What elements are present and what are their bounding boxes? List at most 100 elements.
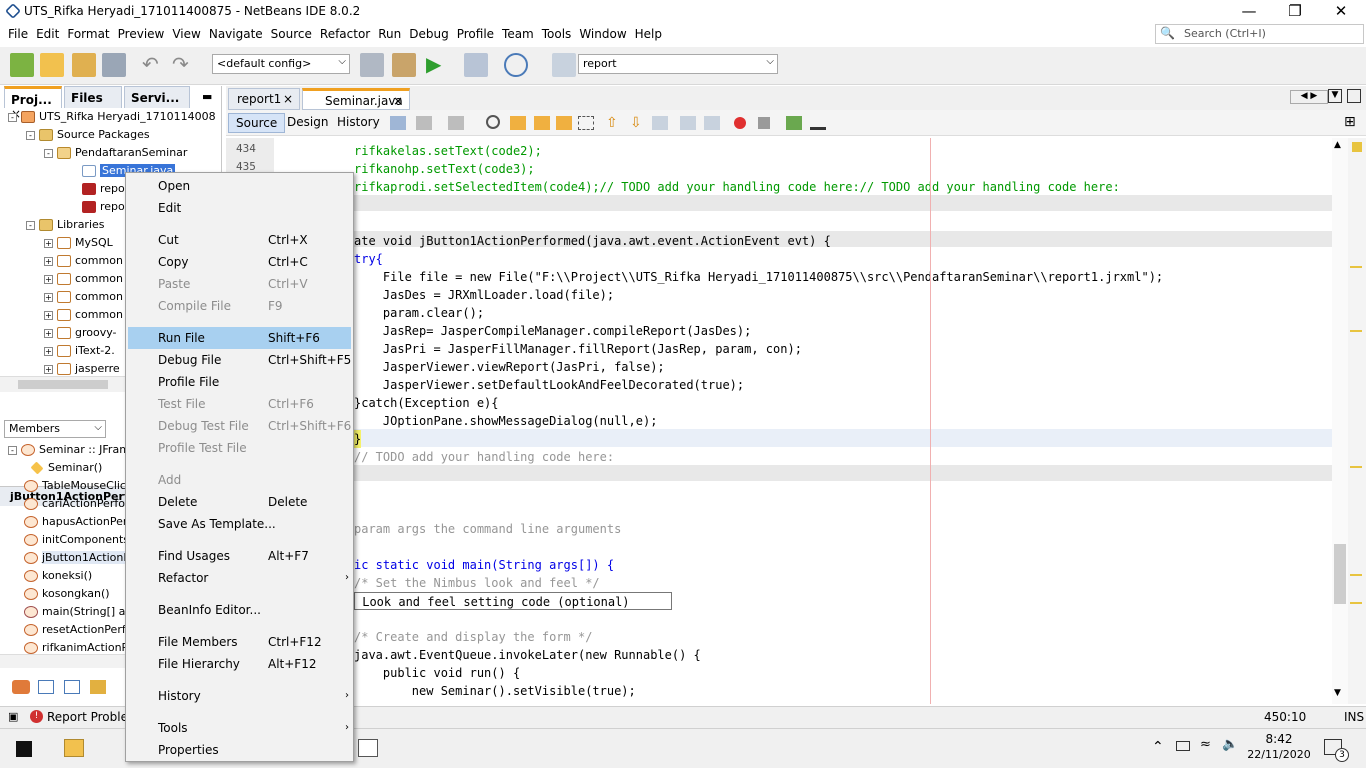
- tab-seminar-java[interactable]: Seminar.java ×: [302, 88, 410, 110]
- stop-macro-icon[interactable]: [758, 117, 770, 129]
- minimize-button[interactable]: —: [1226, 0, 1272, 24]
- tree-report-1[interactable]: repo: [82, 180, 125, 198]
- menu-item-beaninfo-editor[interactable]: BeanInfo Editor...: [126, 599, 353, 621]
- show-opened-documents-icon[interactable]: ▼: [1328, 89, 1342, 103]
- tree-report-2[interactable]: repo: [82, 198, 125, 216]
- warning-mark[interactable]: [1350, 330, 1362, 332]
- navigator-member[interactable]: Seminar(): [30, 459, 102, 477]
- report-icon[interactable]: [552, 53, 576, 77]
- view-design[interactable]: Design: [280, 113, 335, 133]
- shift-left-icon[interactable]: [680, 116, 696, 130]
- menu-item-tools[interactable]: Tools ›: [126, 717, 353, 739]
- navigator-member[interactable]: cariActionPerfo: [24, 495, 125, 513]
- comment-icon[interactable]: [786, 116, 802, 130]
- tree-source-packages[interactable]: - Source Packages: [26, 126, 150, 144]
- members-filter-select[interactable]: Members ⌵: [4, 420, 106, 438]
- menu-item-debug-test-file[interactable]: Debug Test File Ctrl+Shift+F6: [126, 415, 353, 437]
- menu-item-test-file[interactable]: Test File Ctrl+F6: [126, 393, 353, 415]
- find-next-icon[interactable]: [534, 116, 550, 130]
- toggle-highlight-icon[interactable]: [578, 116, 594, 130]
- taskbar-app-icon[interactable]: [358, 739, 378, 757]
- menu-item-file-hierarchy[interactable]: File Hierarchy Alt+F12: [126, 653, 353, 675]
- warning-mark[interactable]: [1350, 602, 1362, 604]
- menu-item-open[interactable]: Open: [126, 175, 353, 197]
- tree-package[interactable]: - PendaftaranSeminar: [44, 144, 187, 162]
- menu-debug[interactable]: Debug: [405, 24, 452, 46]
- warning-mark[interactable]: [1350, 266, 1362, 268]
- redo-icon[interactable]: ↷: [172, 53, 196, 77]
- tree-lib[interactable]: + MySQL: [44, 234, 113, 252]
- open-project-icon[interactable]: [72, 53, 96, 77]
- menu-item-profile-file[interactable]: Profile File: [126, 371, 353, 393]
- tab-projects[interactable]: Proj... ×: [4, 86, 62, 121]
- view-history[interactable]: History: [330, 113, 387, 133]
- scrollbar-thumb[interactable]: [1334, 544, 1346, 604]
- menu-item-edit[interactable]: Edit: [126, 197, 353, 219]
- tree-lib[interactable]: + common: [44, 270, 123, 288]
- navigator-member[interactable]: kosongkan(): [24, 585, 110, 603]
- file-explorer-icon[interactable]: [64, 739, 84, 757]
- menu-item-compile-file[interactable]: Compile File F9: [126, 295, 353, 317]
- close-icon[interactable]: ×: [283, 92, 293, 106]
- menu-item-profile-test-file[interactable]: Profile Test File: [126, 437, 353, 459]
- menu-format[interactable]: Format: [63, 24, 113, 46]
- taskbar-date[interactable]: 22/11/2020: [1247, 748, 1311, 761]
- code-fold-collapsed[interactable]: Look and feel setting code (optional): [354, 592, 672, 610]
- navigator-member[interactable]: resetActionPerfo: [24, 621, 132, 639]
- build-icon[interactable]: [360, 53, 384, 77]
- close-button[interactable]: ✕: [1318, 0, 1364, 24]
- undo-icon[interactable]: ↶: [142, 53, 166, 77]
- toggle-bookmark-icon[interactable]: [652, 116, 668, 130]
- editor-vertical-scrollbar[interactable]: ▲ ▼: [1332, 138, 1348, 704]
- windows-start-icon[interactable]: [16, 741, 32, 757]
- navigator-member[interactable]: TableMouseClick: [24, 477, 132, 495]
- menu-edit[interactable]: Edit: [32, 24, 63, 46]
- wifi-icon[interactable]: ≈: [1200, 737, 1211, 752]
- tree-project[interactable]: - UTS_Rifka Heryadi_1710114008: [8, 108, 216, 126]
- taskbar-time[interactable]: 8:42: [1247, 732, 1311, 746]
- minimize-panel-icon[interactable]: ▬: [202, 90, 212, 103]
- inherited-members-icon[interactable]: [12, 680, 30, 694]
- close-icon[interactable]: ×: [393, 94, 403, 108]
- tab-files[interactable]: Files: [64, 86, 122, 108]
- tree-lib[interactable]: + iText-2.: [44, 342, 115, 360]
- find-selection-icon[interactable]: [556, 116, 572, 130]
- clean-build-icon[interactable]: [392, 53, 416, 77]
- start-macro-icon[interactable]: [734, 117, 746, 129]
- run-icon[interactable]: ▶: [426, 53, 450, 77]
- search-input[interactable]: 🔍 Search (Ctrl+I): [1155, 24, 1364, 44]
- menu-help[interactable]: Help: [631, 24, 666, 46]
- navigator-member[interactable]: main(String[] ar: [24, 603, 130, 621]
- maximize-window-icon[interactable]: [1347, 89, 1361, 103]
- menu-refactor[interactable]: Refactor: [316, 24, 374, 46]
- warning-mark[interactable]: [1350, 466, 1362, 468]
- uncomment-icon[interactable]: [810, 116, 826, 130]
- back-icon[interactable]: [416, 116, 432, 130]
- code-editor[interactable]: rifkakelas.setText(code2); rifkanohp.set…: [274, 138, 1332, 704]
- private-filter-icon[interactable]: [90, 680, 106, 694]
- menu-team[interactable]: Team: [498, 24, 538, 46]
- navigator-member[interactable]: hapusActionPerf: [24, 513, 131, 531]
- menu-navigate[interactable]: Navigate: [205, 24, 267, 46]
- split-editor-icon[interactable]: ⊞: [1344, 114, 1356, 130]
- tree-libraries[interactable]: - Libraries: [26, 216, 105, 234]
- menu-item-history[interactable]: History ›: [126, 685, 353, 707]
- volume-icon[interactable]: 🔈: [1222, 737, 1238, 752]
- tree-lib[interactable]: + common: [44, 252, 123, 270]
- menu-item-save-as-template[interactable]: Save As Template...: [126, 513, 353, 535]
- menu-window[interactable]: Window: [575, 24, 630, 46]
- scrollbar-thumb[interactable]: [18, 380, 108, 389]
- fields-filter-icon[interactable]: [38, 680, 54, 694]
- report-select[interactable]: report ⌵: [578, 54, 778, 74]
- menu-preview[interactable]: Preview: [114, 24, 169, 46]
- tree-lib[interactable]: + common: [44, 306, 123, 324]
- navigator-member[interactable]: initComponents(: [24, 531, 133, 549]
- static-filter-icon[interactable]: [64, 680, 80, 694]
- menu-item-file-members[interactable]: File Members Ctrl+F12: [126, 631, 353, 653]
- tree-lib[interactable]: + groovy-: [44, 324, 117, 342]
- find-icon[interactable]: [486, 115, 500, 129]
- tree-lib[interactable]: + common: [44, 288, 123, 306]
- menu-run[interactable]: Run: [374, 24, 405, 46]
- profile-icon[interactable]: [504, 53, 528, 77]
- forward-icon[interactable]: [448, 116, 464, 130]
